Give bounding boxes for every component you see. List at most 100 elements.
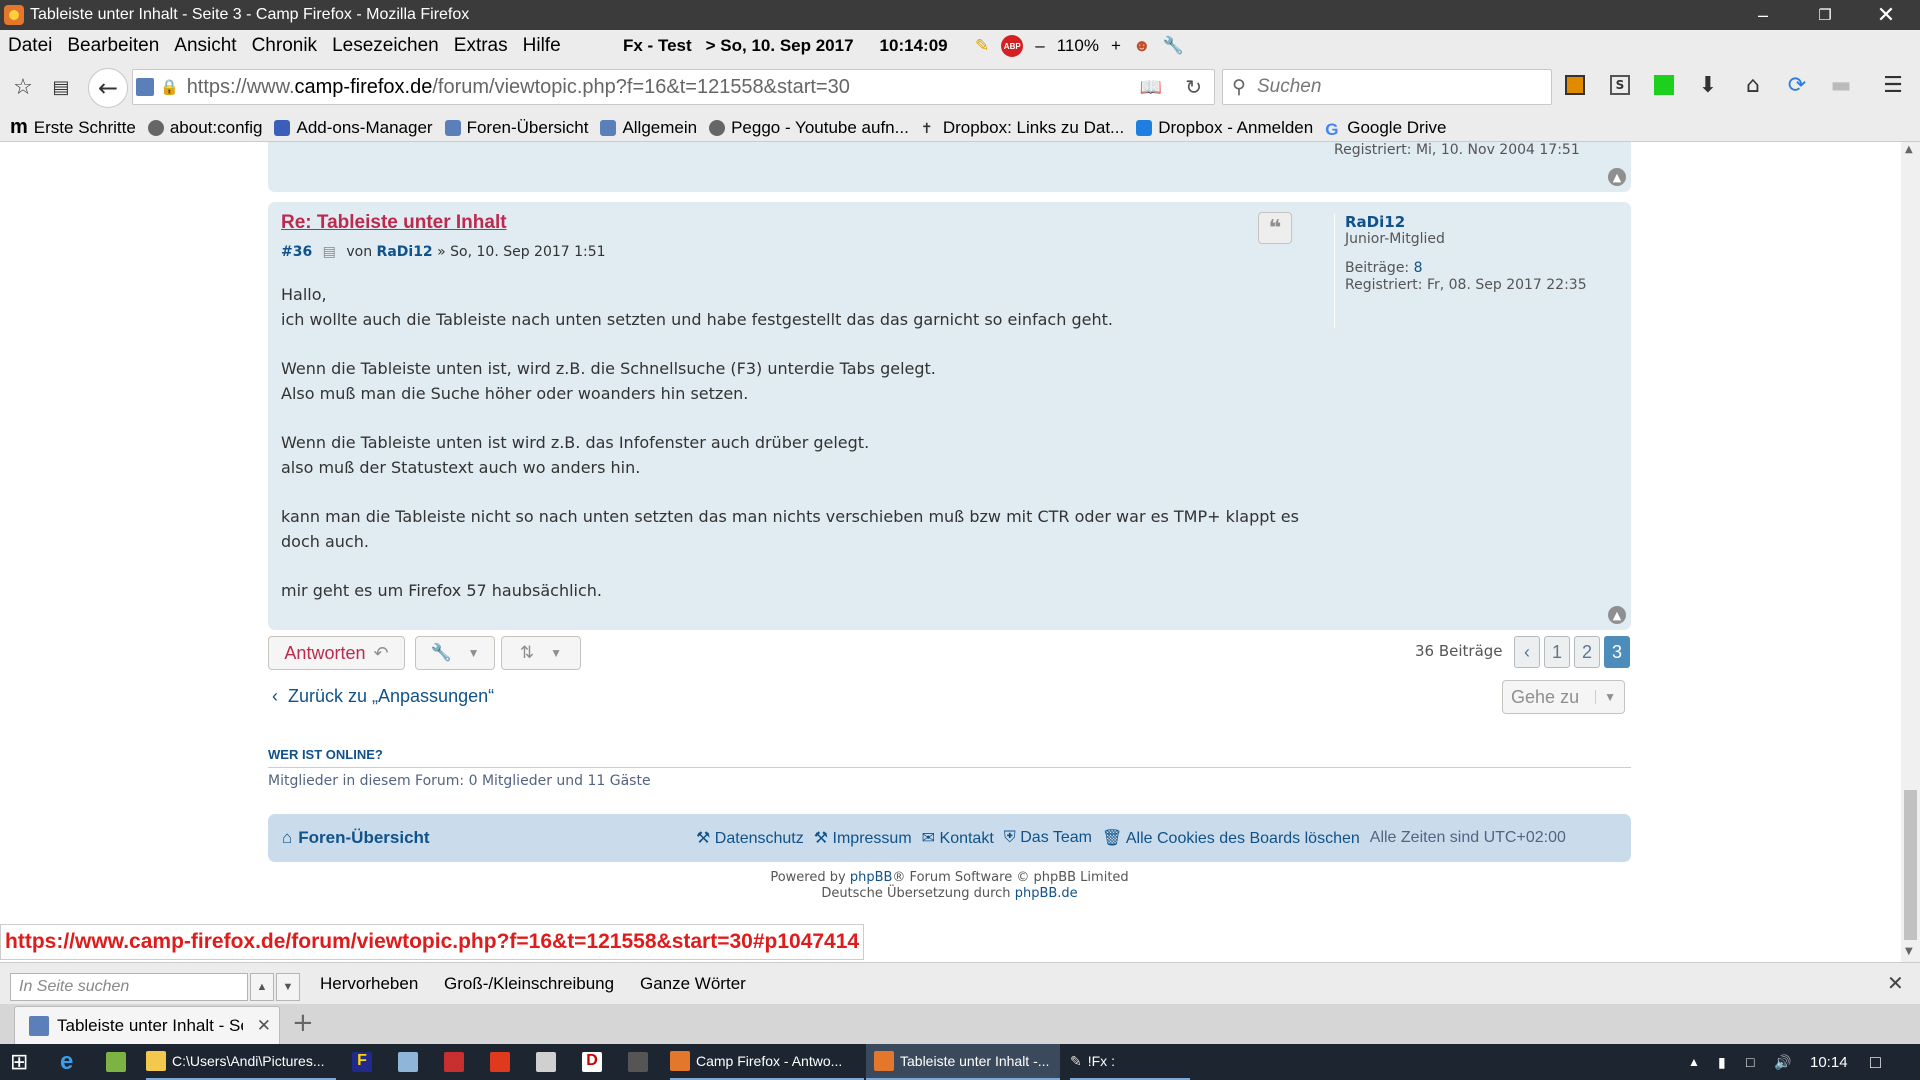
- back-button[interactable]: ←: [88, 68, 128, 108]
- notepad-task-icon[interactable]: [106, 1044, 126, 1080]
- find-prev-button[interactable]: ▲: [250, 973, 274, 1001]
- back-to-forum-link[interactable]: ‹ Zurück zu „Anpassungen“: [272, 686, 494, 707]
- taskbar-firefox-1[interactable]: Camp Firefox - Antwo...: [670, 1044, 864, 1080]
- bookmark-allgemein[interactable]: Allgemein: [600, 118, 697, 138]
- taskbar-notepad[interactable]: ✎ !Fx :: [1070, 1044, 1190, 1080]
- bookmark-addons-manager[interactable]: Add-ons-Manager: [274, 118, 433, 138]
- find-wholewords-toggle[interactable]: Ganze Wörter: [640, 974, 746, 994]
- bookmark-dropbox-anmelden[interactable]: Dropbox - Anmelden: [1136, 118, 1313, 138]
- footer-link-team[interactable]: ⛨ Das Team: [1004, 829, 1092, 847]
- adblock-icon[interactable]: ABP: [1001, 35, 1024, 57]
- pager-page-3[interactable]: 3: [1604, 636, 1630, 668]
- edge-icon[interactable]: e: [60, 1044, 73, 1080]
- back-to-top-icon[interactable]: ▲: [1608, 168, 1626, 186]
- sync-icon[interactable]: ⟳: [1784, 72, 1810, 98]
- taskbar-app-f[interactable]: F: [352, 1044, 372, 1080]
- pager-page-1[interactable]: 1: [1544, 636, 1570, 668]
- menu-hilfe[interactable]: Hilfe: [523, 35, 561, 57]
- taskbar-explorer[interactable]: C:\Users\Andi\Pictures...: [146, 1044, 336, 1080]
- bookmark-dropbox-links[interactable]: ✝ Dropbox: Links zu Dat...: [921, 118, 1124, 138]
- battery-icon[interactable]: ▮: [1718, 1044, 1726, 1080]
- menu-chronik[interactable]: Chronik: [252, 35, 317, 57]
- taskbar-app-figure[interactable]: [628, 1044, 648, 1080]
- footer-link-delete-cookies[interactable]: 🗑 Alle Cookies des Boards löschen: [1102, 828, 1360, 848]
- minimize-icon[interactable]: –: [1735, 0, 1791, 30]
- bookmark-peggo[interactable]: Peggo - Youtube aufn...: [709, 118, 909, 138]
- profile-username[interactable]: RaDi12: [1345, 214, 1587, 231]
- find-highlight-toggle[interactable]: Hervorheben: [320, 974, 418, 994]
- windows-start-icon[interactable]: ⊞: [10, 1044, 28, 1080]
- volume-icon[interactable]: 🔊: [1774, 1044, 1791, 1080]
- url-bar[interactable]: 🔒 https://www. camp-firefox.de/forum/view…: [132, 69, 1215, 105]
- find-close-icon[interactable]: ✕: [1887, 971, 1904, 996]
- search-field[interactable]: ⚲ Suchen: [1222, 69, 1552, 105]
- reply-button[interactable]: Antworten ↶: [268, 636, 405, 670]
- wrench-icon[interactable]: 🔧: [1163, 36, 1184, 56]
- hamburger-menu-icon[interactable]: ☰: [1880, 72, 1906, 98]
- restore-icon[interactable]: ❐: [1797, 0, 1853, 30]
- addon-grey-icon[interactable]: ▬: [1828, 72, 1854, 98]
- jump-to-dropdown[interactable]: Gehe zu ▼: [1502, 680, 1625, 714]
- taskbar-app-d[interactable]: D: [582, 1044, 602, 1080]
- tab-active[interactable]: Tableiste unter Inhalt - Se ✕: [14, 1006, 280, 1044]
- page-scrollbar[interactable]: ▲ ▼: [1901, 142, 1920, 962]
- site-identity-icon[interactable]: [136, 78, 154, 96]
- footer-link-impressum[interactable]: ⚒ Impressum: [814, 828, 912, 848]
- bookmark-foren-uebersicht[interactable]: Foren-Übersicht: [444, 118, 588, 138]
- post-title[interactable]: Re: Tableiste unter Inhalt: [281, 212, 507, 234]
- taskbar-clock[interactable]: 10:14: [1810, 1044, 1848, 1080]
- quote-button[interactable]: ❝: [1258, 212, 1292, 244]
- scroll-up-icon[interactable]: ▲: [1905, 144, 1913, 155]
- reader-view-icon[interactable]: 📖: [1140, 77, 1162, 98]
- bookmark-about-config[interactable]: about:config: [147, 118, 262, 138]
- new-tab-icon[interactable]: +: [292, 1008, 314, 1038]
- tab-close-icon[interactable]: ✕: [257, 1016, 271, 1036]
- menu-lesezeichen[interactable]: Lesezeichen: [332, 35, 439, 57]
- home-icon[interactable]: ⌂: [1740, 72, 1766, 98]
- footer-link-kontakt[interactable]: ✉ Kontakt: [922, 828, 994, 848]
- bookmark-erste-schritte[interactable]: m Erste Schritte: [10, 116, 136, 139]
- phpbb-link[interactable]: phpBB: [850, 870, 893, 885]
- post-number[interactable]: #36: [281, 244, 312, 260]
- find-input[interactable]: In Seite suchen: [10, 973, 248, 1001]
- menu-bearbeiten[interactable]: Bearbeiten: [67, 35, 159, 57]
- taskbar-app-tool[interactable]: [398, 1044, 418, 1080]
- menu-ansicht[interactable]: Ansicht: [174, 35, 236, 57]
- notepad-icon[interactable]: ✎: [975, 36, 989, 56]
- find-next-button[interactable]: ▼: [276, 973, 300, 1001]
- post-author[interactable]: RaDi12: [377, 244, 433, 260]
- scrollbar-thumb[interactable]: [1904, 790, 1917, 940]
- addon-orange-icon[interactable]: [1565, 75, 1585, 95]
- zoom-level[interactable]: 110%: [1057, 36, 1099, 56]
- pager-page-2[interactable]: 2: [1574, 636, 1600, 668]
- downloads-icon[interactable]: ⬇: [1695, 72, 1721, 98]
- reader-list-icon[interactable]: ▤: [48, 74, 74, 100]
- zoom-in-icon[interactable]: +: [1111, 36, 1121, 56]
- close-window-icon[interactable]: ✕: [1858, 0, 1914, 30]
- bookmark-google-drive[interactable]: G Google Drive: [1325, 118, 1446, 139]
- addon-green-icon[interactable]: [1654, 75, 1674, 95]
- find-matchcase-toggle[interactable]: Groß-/Kleinschreibung: [444, 974, 614, 994]
- tools-dropdown[interactable]: 🔧 ▼: [415, 636, 495, 670]
- network-icon[interactable]: □: [1746, 1044, 1754, 1080]
- zoom-out-icon[interactable]: –: [1035, 36, 1044, 56]
- lock-icon[interactable]: 🔒: [160, 78, 179, 96]
- scroll-down-icon[interactable]: ▼: [1905, 946, 1913, 957]
- menu-datei[interactable]: Datei: [8, 35, 52, 57]
- bookmark-star-icon[interactable]: ☆: [10, 74, 36, 100]
- back-to-top-icon[interactable]: ▲: [1608, 606, 1626, 624]
- tray-chevron-icon[interactable]: ▲: [1688, 1044, 1700, 1080]
- taskbar-app-download[interactable]: [490, 1044, 510, 1080]
- reload-icon[interactable]: ↻: [1185, 75, 1202, 100]
- taskbar-app-monitor[interactable]: [444, 1044, 464, 1080]
- taskbar-firefox-2[interactable]: Tableiste unter Inhalt -...: [866, 1044, 1060, 1080]
- footer-home-link[interactable]: ⌂ Foren-Übersicht: [282, 828, 430, 848]
- footer-link-datenschutz[interactable]: ⚒ Datenschutz: [696, 828, 804, 848]
- action-center-icon[interactable]: □: [1870, 1044, 1881, 1080]
- menu-extras[interactable]: Extras: [454, 35, 508, 57]
- profile-posts-value[interactable]: 8: [1414, 260, 1423, 276]
- sort-dropdown[interactable]: ⇅ ▼: [501, 636, 581, 670]
- addon-s-icon[interactable]: S: [1610, 75, 1630, 95]
- phpbb-de-link[interactable]: phpBB.de: [1015, 886, 1078, 901]
- monkey-icon[interactable]: ☻: [1133, 36, 1151, 56]
